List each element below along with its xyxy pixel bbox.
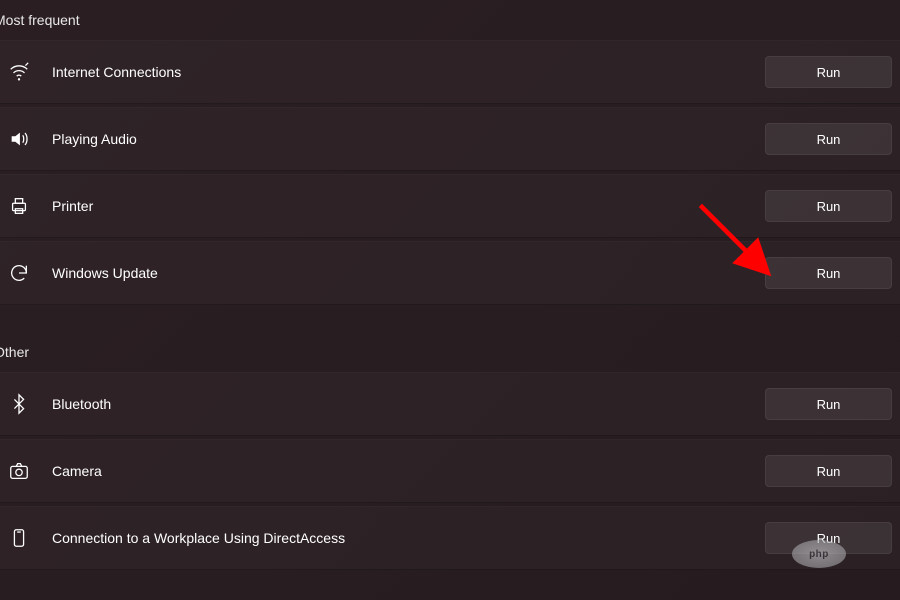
section-header-most-frequent: Most frequent xyxy=(0,0,900,40)
row-label: Playing Audio xyxy=(52,131,137,147)
section-header-other: Other xyxy=(0,332,900,372)
bluetooth-icon xyxy=(8,393,30,415)
run-button-bluetooth[interactable]: Run xyxy=(765,388,892,420)
row-label: Camera xyxy=(52,463,102,479)
troubleshooter-row-camera: Camera Run xyxy=(0,439,900,503)
row-label: Printer xyxy=(52,198,93,214)
printer-icon xyxy=(8,195,30,217)
phone-icon xyxy=(8,527,30,549)
run-button-windows-update[interactable]: Run xyxy=(765,257,892,289)
troubleshooter-row-directaccess: Connection to a Workplace Using DirectAc… xyxy=(0,506,900,570)
troubleshooter-row-internet: Internet Connections Run xyxy=(0,40,900,104)
camera-icon xyxy=(8,460,30,482)
run-button-camera[interactable]: Run xyxy=(765,455,892,487)
row-label: Internet Connections xyxy=(52,64,181,80)
row-label: Bluetooth xyxy=(52,396,111,412)
sync-icon xyxy=(8,262,30,284)
run-button-audio[interactable]: Run xyxy=(765,123,892,155)
run-button-printer[interactable]: Run xyxy=(765,190,892,222)
troubleshooter-row-windows-update: Windows Update Run xyxy=(0,241,900,305)
troubleshooter-row-audio: Playing Audio Run xyxy=(0,107,900,171)
speaker-icon xyxy=(8,128,30,150)
run-button-internet[interactable]: Run xyxy=(765,56,892,88)
troubleshooter-row-bluetooth: Bluetooth Run xyxy=(0,372,900,436)
row-label: Connection to a Workplace Using DirectAc… xyxy=(52,530,345,546)
run-button-directaccess[interactable]: Run xyxy=(765,522,892,554)
row-label: Windows Update xyxy=(52,265,158,281)
troubleshooter-row-printer: Printer Run xyxy=(0,174,900,238)
wifi-icon xyxy=(8,61,30,83)
